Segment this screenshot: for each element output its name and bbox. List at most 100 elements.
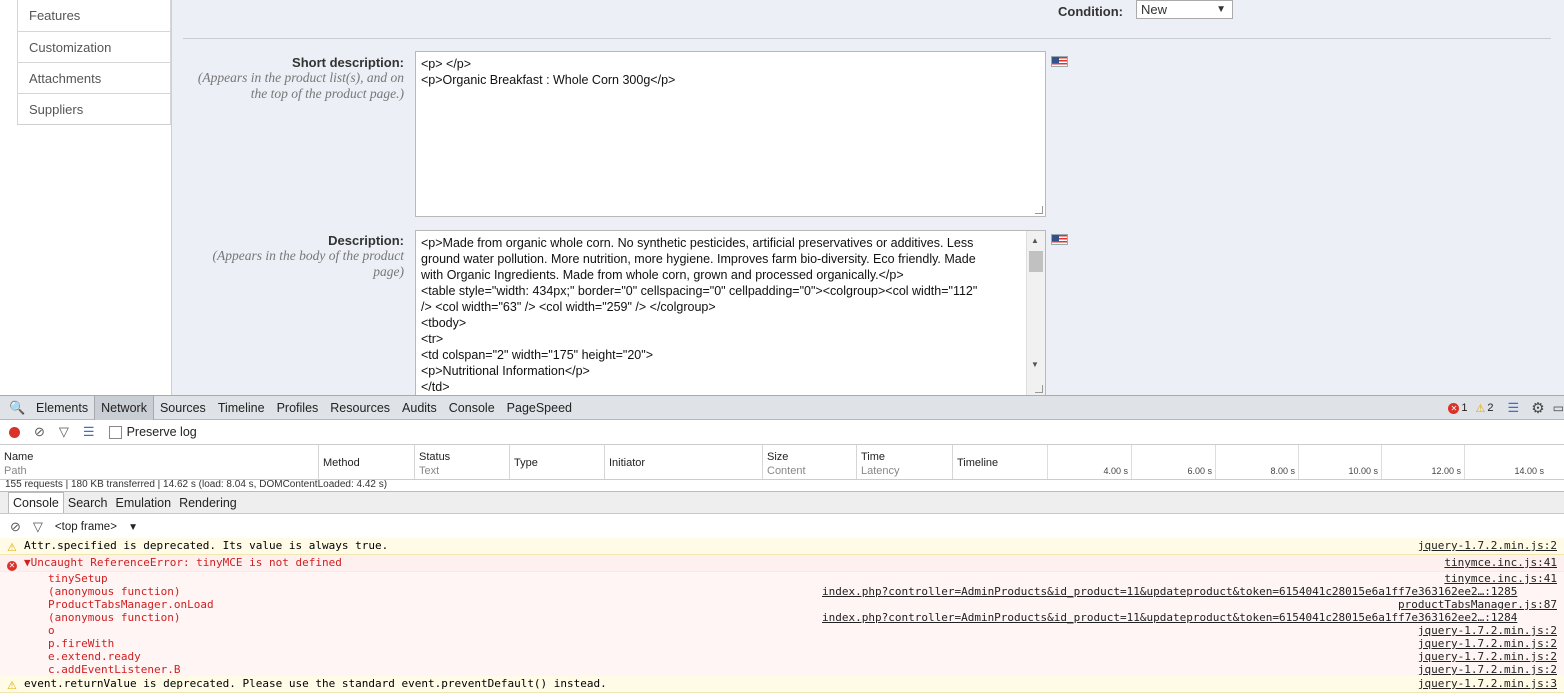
- stack-frame[interactable]: tinySetup tinymce.inc.js:41: [0, 572, 1564, 585]
- drawer-tab-emulation[interactable]: Emulation: [111, 493, 175, 513]
- dock-icon[interactable]: ▭: [1553, 401, 1564, 415]
- source-link[interactable]: jquery-1.7.2.min.js:2: [1418, 637, 1557, 650]
- console-message-text: c.addEventListener.B: [48, 663, 181, 676]
- short-description-hint: (Appears in the product list(s), and on …: [197, 70, 404, 101]
- description-textarea[interactable]: <p>Made from organic whole corn. No synt…: [415, 230, 1046, 395]
- description-line: /> <col width="63" /> <col width="259" /…: [421, 300, 716, 314]
- source-link[interactable]: tinymce.inc.js:41: [1444, 572, 1557, 585]
- console-message-text: o: [48, 624, 55, 637]
- scroll-thumb[interactable]: [1029, 251, 1043, 272]
- source-link[interactable]: jquery-1.7.2.min.js:2: [1418, 624, 1557, 637]
- sidebar-item-suppliers[interactable]: Suppliers: [17, 94, 171, 125]
- description-line: <tbody>: [421, 316, 467, 330]
- tab-network[interactable]: Network: [94, 395, 154, 420]
- warning-count[interactable]: 2: [1487, 402, 1493, 414]
- console-message[interactable]: ⚠ Attr.specified is deprecated. Its value…: [0, 538, 1564, 555]
- column-time[interactable]: Time Latency: [857, 445, 953, 479]
- product-tabs-sidebar: Features Customization Attachments Suppl…: [17, 0, 171, 125]
- console-log: ⚠ Attr.specified is deprecated. Its value…: [0, 538, 1564, 693]
- description-line: <p>Nutritional Information</p>: [421, 364, 590, 378]
- console-message-text: tinySetup: [48, 572, 108, 585]
- drawer-tab-rendering[interactable]: Rendering: [175, 493, 241, 513]
- source-link[interactable]: jquery-1.7.2.min.js:3: [1418, 676, 1557, 692]
- preserve-log-checkbox[interactable]: [108, 425, 122, 439]
- tab-timeline[interactable]: Timeline: [212, 396, 271, 420]
- sidebar-item-features[interactable]: Features: [17, 0, 171, 32]
- clear-icon[interactable]: ⊘: [34, 424, 45, 440]
- tab-profiles[interactable]: Profiles: [271, 396, 325, 420]
- list-view-icon[interactable]: ☰: [83, 424, 95, 440]
- stack-frame[interactable]: (anonymous function) index.php?controller…: [0, 585, 1564, 598]
- filter-icon[interactable]: ▽: [59, 424, 69, 440]
- scroll-up-icon[interactable]: ▲: [1031, 233, 1039, 249]
- scroll-down-icon[interactable]: ▼: [1031, 357, 1039, 373]
- filter-icon[interactable]: ▽: [33, 519, 43, 535]
- stack-frame[interactable]: o jquery-1.7.2.min.js:2: [0, 624, 1564, 637]
- warning-icon[interactable]: ⚠: [1476, 402, 1486, 415]
- description-line: with Organic Ingredients. Made from whol…: [421, 268, 904, 282]
- console-message[interactable]: ⚠ event.returnValue is deprecated. Please…: [0, 676, 1564, 693]
- error-icon[interactable]: ✕: [1448, 402, 1460, 414]
- record-icon[interactable]: [9, 426, 20, 438]
- column-size[interactable]: Size Content: [763, 445, 857, 479]
- us-flag-icon[interactable]: [1051, 234, 1068, 245]
- column-name[interactable]: Name Path: [0, 445, 319, 479]
- timeline-tick: 14.00 s: [1464, 445, 1548, 479]
- column-path-label: Path: [4, 465, 27, 477]
- column-method[interactable]: Method: [319, 445, 415, 479]
- stack-frame[interactable]: p.fireWith jquery-1.7.2.min.js:2: [0, 637, 1564, 650]
- clear-console-icon[interactable]: ⊘: [10, 519, 21, 535]
- tab-elements[interactable]: Elements: [30, 396, 94, 420]
- stack-frame[interactable]: c.addEventListener.B jquery-1.7.2.min.js:…: [0, 663, 1564, 676]
- description-scrollbar[interactable]: ▲ ▼: [1026, 231, 1045, 395]
- resize-handle[interactable]: [1035, 206, 1043, 214]
- drawer-tabs: Console Search Emulation Rendering: [0, 492, 1564, 514]
- condition-select[interactable]: New ▼: [1136, 0, 1233, 19]
- network-summary: 155 requests | 180 KB transferred | 14.6…: [0, 480, 1564, 492]
- network-table-header: Name Path Method Status Text Type Initia…: [0, 445, 1564, 480]
- chevron-down-icon: ▼: [1216, 4, 1226, 15]
- console-message[interactable]: ✕ ▼Uncaught ReferenceError: tinyMCE is no…: [0, 555, 1564, 572]
- resize-handle[interactable]: [1035, 385, 1043, 393]
- column-name-label: Name: [4, 451, 34, 463]
- stack-frame[interactable]: ProductTabsManager.onLoad productTabsMana…: [0, 598, 1564, 611]
- sidebar-item-attachments[interactable]: Attachments: [17, 63, 171, 94]
- source-link[interactable]: jquery-1.7.2.min.js:2: [1418, 663, 1557, 676]
- search-icon[interactable]: 🔍: [9, 400, 27, 416]
- drawer-tab-search[interactable]: Search: [64, 493, 112, 513]
- short-description-line: <p> </p>: [421, 57, 472, 71]
- source-link[interactable]: jquery-1.7.2.min.js:2: [1418, 650, 1557, 663]
- description-hint: (Appears in the body of the product page…: [212, 248, 404, 279]
- short-description-textarea[interactable]: <p> </p> <p>Organic Breakfast : Whole Co…: [415, 51, 1046, 217]
- source-link[interactable]: jquery-1.7.2.min.js:2: [1418, 538, 1557, 554]
- devtools-toolbar: 🔍 Elements Network Sources Timeline Prof…: [0, 395, 1564, 420]
- us-flag-icon[interactable]: [1051, 56, 1068, 67]
- frame-selector[interactable]: <top frame> ▼: [55, 521, 138, 533]
- tab-pagespeed[interactable]: PageSpeed: [501, 396, 578, 420]
- source-link[interactable]: tinymce.inc.js:41: [1444, 555, 1557, 571]
- stack-frame[interactable]: e.extend.ready jquery-1.7.2.min.js:2: [0, 650, 1564, 663]
- column-latency-label: Latency: [861, 465, 900, 477]
- column-timeline[interactable]: Timeline: [953, 445, 1047, 479]
- column-status[interactable]: Status Text: [415, 445, 510, 479]
- source-link[interactable]: productTabsManager.js:87: [1398, 598, 1557, 611]
- tab-sources[interactable]: Sources: [154, 396, 212, 420]
- drawer-tab-console[interactable]: Console: [8, 492, 64, 513]
- drawer-toggle-icon[interactable]: ☰: [1508, 400, 1520, 416]
- tab-audits[interactable]: Audits: [396, 396, 443, 420]
- source-link[interactable]: index.php?controller=AdminProducts&id_pr…: [822, 611, 1517, 624]
- column-status-label: Status: [419, 451, 451, 463]
- source-link[interactable]: index.php?controller=AdminProducts&id_pr…: [822, 585, 1517, 598]
- tab-resources[interactable]: Resources: [324, 396, 396, 420]
- stack-frame[interactable]: (anonymous function) index.php?controller…: [0, 611, 1564, 624]
- column-initiator[interactable]: Initiator: [605, 445, 763, 479]
- sidebar-item-customization[interactable]: Customization: [17, 32, 171, 63]
- console-message-text: e.extend.ready: [48, 650, 141, 663]
- column-initiator-label: Initiator: [609, 457, 646, 469]
- divider: [183, 38, 1551, 39]
- gear-icon[interactable]: ⚙: [1531, 399, 1544, 417]
- column-type[interactable]: Type: [510, 445, 605, 479]
- description-line: <table style="width: 434px;" border="0" …: [421, 284, 978, 298]
- error-count[interactable]: 1: [1461, 402, 1467, 414]
- tab-console[interactable]: Console: [443, 396, 501, 420]
